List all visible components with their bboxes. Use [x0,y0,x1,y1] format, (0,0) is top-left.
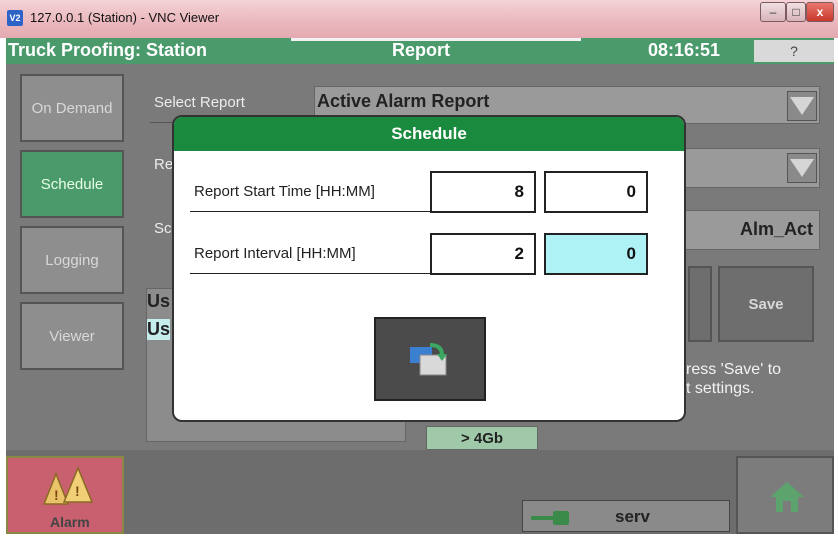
sidebar-item-logging[interactable]: Logging [20,226,124,294]
list-item[interactable]: Us [147,319,171,340]
save-button[interactable]: Save [718,266,814,342]
sidebar-item-schedule[interactable]: Schedule [20,150,124,218]
svg-text:!: ! [54,487,59,503]
home-button[interactable] [736,456,834,534]
vnc-app-icon: V2 [7,10,23,26]
help-button[interactable]: ? [754,40,834,62]
svg-text:!: ! [75,483,80,499]
list-item[interactable]: Us [147,291,170,312]
current-user: serv [615,507,650,526]
report-select-value: Active Alarm Report [317,91,490,111]
start-minute-input[interactable]: 0 [544,171,648,213]
window-title: 127.0.0.1 (Station) - VNC Viewer [30,10,220,25]
interval-minute-input[interactable]: 0 [544,233,648,275]
row2-label: Re [154,156,174,173]
user-panel: serv [522,500,730,532]
interval-underline [190,273,430,274]
chevron-down-icon[interactable] [787,91,817,121]
close-button[interactable]: x [806,2,834,22]
side-button[interactable] [688,266,712,342]
sidebar-item-viewer[interactable]: Viewer [20,302,124,370]
alarm-label: Alarm [50,514,90,530]
select-report-label: Select Report [154,94,245,111]
dialog-title: Schedule [174,117,684,151]
save-hint: ress 'Save' to t settings. [686,361,782,397]
report-file-value: Alm_Act [739,219,813,239]
clock: 08:16:51 [648,40,721,60]
row3-label: Sc [154,220,172,237]
start-time-label: Report Start Time [HH:MM] [194,183,375,200]
chevron-down-icon[interactable] [787,153,817,183]
disk-free-indicator: > 4Gb [426,426,538,450]
alarm-warning-icon: ! ! [42,466,94,505]
schedule-dialog: Schedule Report Start Time [HH:MM] 8 0 R… [172,115,686,422]
minimize-button[interactable]: – [760,2,786,22]
hmi-screen: Truck Proofing: Station Report 08:16:51 … [6,38,834,534]
start-hour-input[interactable]: 8 [430,171,536,213]
interval-hour-input[interactable]: 2 [430,233,536,275]
alarm-button[interactable]: ! ! Alarm [6,456,124,534]
sidebar-item-on-demand[interactable]: On Demand [20,74,124,142]
maximize-button[interactable]: □ [786,2,806,22]
home-icon [770,482,804,512]
app-header: Truck Proofing: Station Report 08:16:51 … [6,38,834,64]
confirm-button[interactable] [374,317,486,401]
interval-label: Report Interval [HH:MM] [194,245,356,262]
start-time-underline [190,211,430,212]
section-title: Report [392,40,450,60]
key-icon [531,511,569,525]
return-icon [410,343,447,376]
app-title: Truck Proofing: Station [8,40,208,60]
window-titlebar: V2 127.0.0.1 (Station) - VNC Viewer – □ … [0,0,838,38]
